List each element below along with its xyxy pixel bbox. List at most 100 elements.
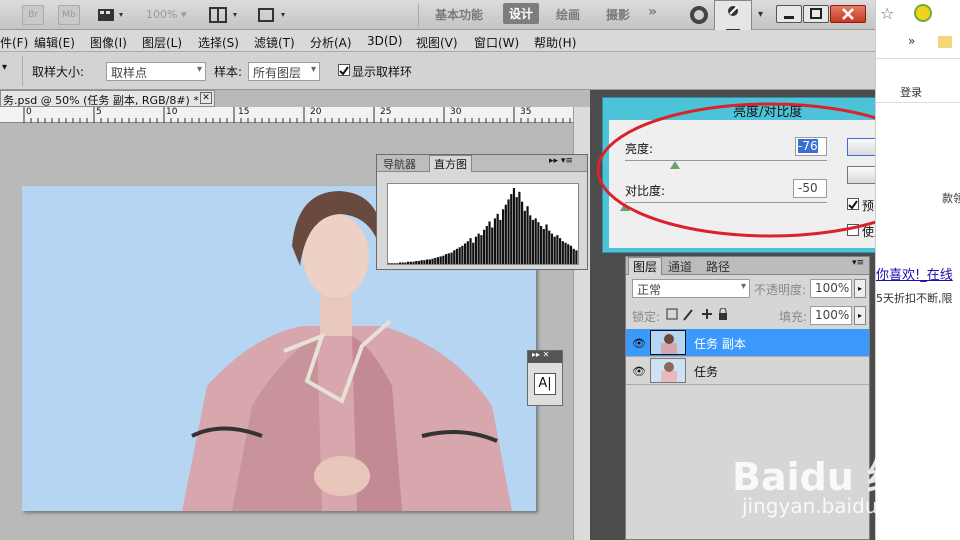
tab-layers[interactable]: 图层 <box>628 257 663 275</box>
close-button[interactable] <box>830 5 866 23</box>
ruler-label: 0 <box>26 107 32 117</box>
bridge-button[interactable]: Br <box>22 5 44 25</box>
histogram-bar <box>537 222 540 264</box>
menu-view[interactable]: 视图(V) <box>416 34 458 51</box>
menu-image[interactable]: 图像(I) <box>90 34 127 51</box>
character-panel: ▸▸ ✕ A| <box>527 350 563 406</box>
layer-thumbnail <box>650 358 686 383</box>
menu-help[interactable]: 帮助(H) <box>534 34 576 51</box>
horizontal-ruler: 0 5 10 15 20 25 30 35 <box>0 107 575 123</box>
opacity-input[interactable]: 100% <box>810 279 852 298</box>
histogram-bar <box>540 226 543 264</box>
workspace-essentials[interactable]: 基本功能 <box>435 6 483 23</box>
tool-preset-icon[interactable]: ▾ <box>2 62 7 73</box>
folder-icon[interactable] <box>938 36 952 48</box>
histogram-bar <box>412 261 415 264</box>
visibility-eye-icon[interactable]: 👁 <box>632 365 646 378</box>
fill-label: 填充: <box>779 310 808 324</box>
collapse-icon[interactable]: ▸▸ ✕ <box>532 350 549 359</box>
maximize-icon <box>810 8 822 19</box>
histogram-bar <box>436 257 440 264</box>
histogram-bar <box>521 201 524 264</box>
character-icon[interactable]: A| <box>534 373 556 395</box>
ruler-label: 5 <box>96 107 102 117</box>
application-bar: Br Mb 100% ▾ 基本功能 设计 绘画 摄影 » ▾ <box>0 0 875 52</box>
divider <box>876 102 960 103</box>
histogram-bar <box>428 259 431 264</box>
screen-mode-button[interactable] <box>256 5 290 25</box>
layer-row-copy[interactable]: 👁 任务 副本 <box>626 329 869 357</box>
login-link[interactable]: 登录 <box>900 84 922 100</box>
panel-menu-icon[interactable]: ▾≡ <box>852 258 864 268</box>
tab-histogram[interactable]: 直方图 <box>429 155 472 172</box>
histogram-bar <box>518 191 521 264</box>
divider <box>22 56 23 86</box>
histogram-graph <box>387 183 579 265</box>
histogram-bar <box>453 250 456 264</box>
bookmarks-more-icon[interactable]: » <box>908 34 915 48</box>
tab-navigator[interactable]: 导航器 <box>383 156 416 172</box>
ruler-label: 30 <box>450 107 462 117</box>
histogram-bar <box>415 260 418 264</box>
thumbnail-image <box>661 362 677 382</box>
histogram-bar <box>426 259 429 264</box>
flyout-arrow-icon[interactable]: ▾ <box>758 9 763 20</box>
minimize-button[interactable] <box>776 5 802 23</box>
histogram-bar <box>439 256 442 264</box>
histogram-bar <box>480 235 483 264</box>
document-tab[interactable]: 务.psd @ 50% (任务 副本, RGB/8#) * ✕ <box>0 90 215 107</box>
more-workspaces-button[interactable]: » <box>648 4 657 20</box>
menu-file[interactable]: 件(F) <box>0 34 28 51</box>
tab-paths[interactable]: 路径 <box>706 258 730 275</box>
fill-input[interactable]: 100% <box>810 306 852 325</box>
blend-mode-select[interactable]: 正常 ▾ <box>632 279 750 298</box>
menu-filter[interactable]: 滤镜(T) <box>254 34 295 51</box>
histogram-bar <box>564 242 567 264</box>
menu-window[interactable]: 窗口(W) <box>474 34 519 51</box>
menu-layer[interactable]: 图层(L) <box>142 34 182 51</box>
tab-channels[interactable]: 通道 <box>668 258 692 275</box>
view-extras-button[interactable] <box>96 5 128 25</box>
cs-live-icon[interactable] <box>690 6 708 24</box>
workspace-design[interactable]: 设计 <box>503 3 540 24</box>
sample-size-select[interactable]: 取样点 ▾ <box>106 62 206 81</box>
histogram-bar <box>561 241 564 264</box>
histogram-bar <box>515 197 518 264</box>
layer-row-original[interactable]: 👁 任务 <box>626 357 869 385</box>
search-result-link[interactable]: 你喜欢!_在线 <box>876 264 953 283</box>
workspace-painting[interactable]: 绘画 <box>556 6 580 23</box>
histogram-bar <box>442 255 445 264</box>
bookmark-star-icon[interactable]: ☆ <box>880 4 894 23</box>
close-tab-icon[interactable]: ✕ <box>200 92 212 104</box>
histogram-bar <box>569 245 573 264</box>
menu-edit[interactable]: 编辑(E) <box>34 34 75 51</box>
visibility-eye-icon[interactable]: 👁 <box>632 337 646 350</box>
panel-menu-icon[interactable]: ▸▸ ▾≡ <box>549 156 573 166</box>
histogram-bar <box>466 241 469 264</box>
histogram-panel: 导航器 直方图 ▸▸ ▾≡ <box>376 154 588 270</box>
workspace-photography[interactable]: 摄影 <box>606 6 630 23</box>
menu-3d[interactable]: 3D(D) <box>367 34 402 48</box>
maximize-button[interactable] <box>803 5 829 23</box>
histogram-bar <box>455 248 459 264</box>
histogram-bar <box>556 235 559 264</box>
histogram-bar <box>491 227 494 264</box>
menu-select[interactable]: 选择(S) <box>198 34 239 51</box>
histogram-bar <box>393 263 396 264</box>
histogram-bar <box>483 229 486 264</box>
mini-bridge-button[interactable]: Mb <box>58 5 80 25</box>
menu-analysis[interactable]: 分析(A) <box>310 34 352 51</box>
lock-icons[interactable] <box>666 307 727 322</box>
arrange-documents-button[interactable] <box>208 5 242 25</box>
thumbnail-image <box>661 334 677 354</box>
zoom-level[interactable]: 100% ▾ <box>146 8 186 21</box>
opacity-arrow-icon[interactable]: ▸ <box>854 279 866 298</box>
histogram-bar <box>390 263 393 264</box>
show-ring-checkbox[interactable] <box>338 64 350 76</box>
fill-arrow-icon[interactable]: ▸ <box>854 306 866 325</box>
sample-select[interactable]: 所有图层 ▾ <box>248 62 320 81</box>
chevron-down-icon: ▾ <box>196 64 202 75</box>
arrange-icon <box>209 7 237 23</box>
histogram-bars <box>388 188 578 264</box>
extension-icon[interactable] <box>914 4 932 22</box>
